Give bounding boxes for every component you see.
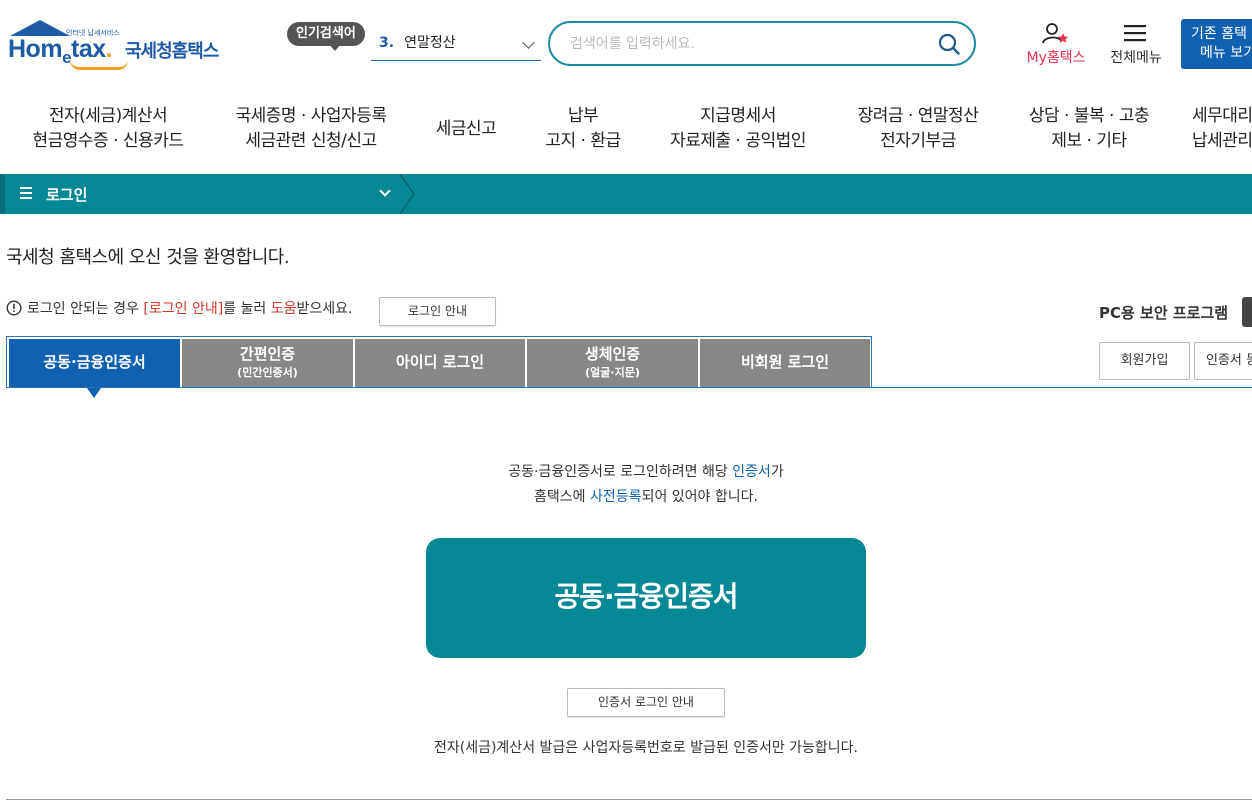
popular-search-select[interactable]: 3. 연말정산 xyxy=(371,27,541,61)
breadcrumb-bar: 로그인 xyxy=(0,174,1252,214)
nav-payment-statement[interactable]: 지급명세서 자료제출 · 공익법인 xyxy=(660,104,816,154)
search-box xyxy=(548,21,976,66)
nav-consultation[interactable]: 상담 · 불복 · 고충 제보 · 기타 xyxy=(1018,104,1160,154)
breadcrumb-login: 로그인 xyxy=(46,186,88,204)
tab-biometric[interactable]: 생체인증 (얼굴·지문) xyxy=(527,339,698,388)
chevron-down-icon xyxy=(522,36,535,49)
nav-certificate[interactable]: 국세증명 · 사업자등록 세금관련 신청/신고 xyxy=(226,104,396,154)
old-menu-line1: 기존 홈택 xyxy=(1191,26,1247,42)
alert-icon xyxy=(6,300,22,316)
breadcrumb-separator-icon xyxy=(399,174,415,214)
chevron-down-icon[interactable] xyxy=(379,185,391,197)
active-tab-arrow-icon xyxy=(87,388,101,398)
my-hometax-button[interactable]: My홈택스 xyxy=(1020,22,1092,66)
my-hometax-label: My홈택스 xyxy=(1026,50,1086,66)
welcome-title: 국세청 홈택스에 오신 것을 환영합니다. xyxy=(6,247,290,268)
old-menu-button[interactable]: 기존 홈택메뉴 보기 xyxy=(1181,19,1252,69)
divider xyxy=(6,799,1252,800)
popular-search-badge: 인기검색어 xyxy=(287,22,365,51)
nav-payment[interactable]: 납부 고지 · 환급 xyxy=(536,104,630,154)
hamburger-icon xyxy=(1124,25,1146,42)
logo-korean: 국세청홈택스 xyxy=(125,41,219,62)
nav-tax-report[interactable]: 세금신고 xyxy=(425,117,507,142)
old-menu-line2: 메뉴 보기 xyxy=(1200,45,1252,61)
logo-roof-icon xyxy=(10,20,70,36)
nav-etax-invoice[interactable]: 전자(세금)계산서 현금영수증 · 신용카드 xyxy=(28,104,188,154)
main-nav: 전자(세금)계산서 현금영수증 · 신용카드 국세증명 · 사업자등록 세금관련 신… xyxy=(0,92,1252,164)
tab-joint-financial-cert[interactable]: 공동·금융인증서 xyxy=(9,339,180,388)
joint-financial-cert-login-button[interactable]: 공동·금융인증서 xyxy=(426,538,866,658)
login-guide-link[interactable]: [로그인 안내] xyxy=(143,301,223,317)
popular-term: 연말정산 xyxy=(404,35,456,51)
etax-cert-note: 전자(세금)계산서 발급은 사업자등록번호로 발급된 인증서만 가능합니다. xyxy=(433,740,859,756)
tab-non-member-login[interactable]: 비회원 로그인 xyxy=(700,339,870,388)
menu-icon[interactable] xyxy=(20,187,32,201)
tab-divider xyxy=(6,387,1252,388)
user-star-icon xyxy=(1042,23,1069,44)
search-icon[interactable] xyxy=(938,33,960,55)
cert-login-guide-button[interactable]: 인증서 로그인 안내 xyxy=(567,688,725,717)
tab-id-login[interactable]: 아이디 로그인 xyxy=(355,339,525,388)
login-guide-button[interactable]: 로그인 안내 xyxy=(379,297,496,326)
logo-swoosh-icon xyxy=(70,60,128,70)
login-notice: 로그인 안되는 경우 [로그인 안내]를 눌러 도움받으세요. xyxy=(6,298,352,318)
login-tabs: 공동·금융인증서 간편인증 (민간인증서) 아이디 로그인 생체인증 (얼굴·지문)… xyxy=(6,336,872,388)
pc-security-button[interactable] xyxy=(1242,297,1252,327)
cert-center-button[interactable]: 인증서 등 xyxy=(1194,342,1252,380)
nav-incentive[interactable]: 장려금 · 연말정산 전자기부금 xyxy=(846,104,990,154)
hometax-logo[interactable]: 인터넷 납세서비스 Hometax. 국세청홈택스 xyxy=(8,20,223,72)
join-button[interactable]: 회원가입 xyxy=(1099,342,1190,380)
cert-login-description: 공동·금융인증서로 로그인하려면 해당 인증서가 홈택스에 사전등록되어 있어야… xyxy=(508,464,784,505)
pc-security-label: PC용 보안 프로그램 xyxy=(1099,304,1229,322)
popular-rank: 3. xyxy=(379,35,395,51)
nav-tax-agent[interactable]: 세무대리 납세관리 xyxy=(1192,104,1252,154)
tab-simple-auth[interactable]: 간편인증 (민간인증서) xyxy=(182,339,353,388)
all-menu-label: 전체메뉴 xyxy=(1110,50,1162,66)
all-menu-button[interactable]: 전체메뉴 xyxy=(1104,22,1168,66)
search-input[interactable] xyxy=(568,33,928,55)
